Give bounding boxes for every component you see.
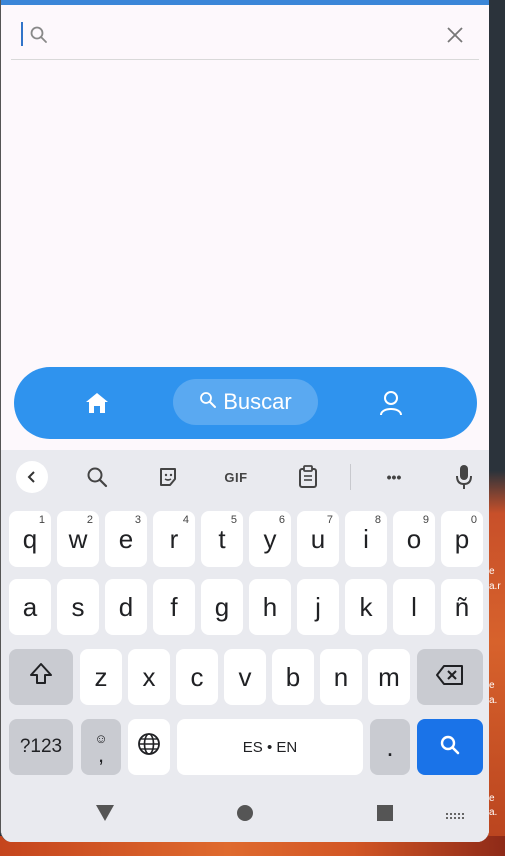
bottom-navigation: Buscar: [14, 367, 477, 439]
phone-screen: Buscar GIF ••• q 1 w 2 e 3 r 4 t 5 y 6 u…: [0, 0, 489, 842]
search-icon: [199, 389, 217, 415]
desktop-text-fragment: e: [489, 793, 495, 804]
shift-key[interactable]: [9, 649, 73, 705]
desktop-background: [488, 0, 505, 856]
user-icon[interactable]: [378, 389, 404, 417]
home-icon[interactable]: [84, 391, 110, 415]
key-n-tilde[interactable]: ñ: [441, 579, 483, 635]
key-i[interactable]: i8: [345, 511, 387, 567]
desktop-text-fragment: e: [489, 680, 495, 691]
close-icon[interactable]: [443, 23, 467, 47]
status-bar-accent: [1, 0, 489, 5]
more-icon[interactable]: •••: [379, 462, 409, 492]
key-m[interactable]: m: [368, 649, 410, 705]
symbols-key[interactable]: ?123: [9, 719, 73, 775]
key-h[interactable]: h: [249, 579, 291, 635]
key-y[interactable]: y6: [249, 511, 291, 567]
key-c[interactable]: c: [176, 649, 218, 705]
backspace-key[interactable]: [417, 649, 483, 705]
globe-icon: [137, 732, 161, 763]
key-x[interactable]: x: [128, 649, 170, 705]
key-e[interactable]: e3: [105, 511, 147, 567]
nav-search-label: Buscar: [223, 389, 292, 414]
chevron-left-icon[interactable]: [16, 461, 48, 493]
nav-search-button[interactable]: Buscar: [173, 379, 318, 425]
key-f[interactable]: f: [153, 579, 195, 635]
period-key[interactable]: .: [370, 719, 410, 775]
soft-keyboard: GIF ••• q1 w2 e3 r4 t5 y6 u7 i8 o9 p0 a …: [1, 450, 489, 842]
language-key[interactable]: [128, 719, 170, 775]
gif-icon[interactable]: GIF: [219, 462, 253, 492]
key-p[interactable]: p0: [441, 511, 483, 567]
key-v[interactable]: v: [224, 649, 266, 705]
microphone-icon[interactable]: [453, 462, 475, 492]
key-b[interactable]: b: [272, 649, 314, 705]
key-l[interactable]: l: [393, 579, 435, 635]
emoji-comma-key[interactable]: ☺ ,: [81, 719, 121, 775]
search-action-key[interactable]: [417, 719, 483, 775]
key-t[interactable]: t5: [201, 511, 243, 567]
key-d[interactable]: d: [105, 579, 147, 635]
key-z[interactable]: z: [80, 649, 122, 705]
search-icon[interactable]: [84, 462, 110, 492]
toolbar-divider: [350, 464, 351, 490]
key-q[interactable]: q1: [9, 511, 51, 567]
backspace-icon: [435, 662, 465, 693]
desktop-text-fragment: e: [489, 566, 495, 577]
desktop-text-fragment: a.: [489, 695, 498, 706]
desktop-text-fragment: a.r: [489, 581, 501, 592]
back-triangle-icon[interactable]: [95, 804, 115, 826]
key-j[interactable]: j: [297, 579, 339, 635]
keyboard-toolbar: GIF •••: [1, 450, 489, 504]
space-bar[interactable]: ES • EN: [177, 719, 363, 775]
search-icon: [439, 732, 461, 763]
key-r[interactable]: r4: [153, 511, 195, 567]
recents-square-icon[interactable]: [376, 804, 394, 826]
key-a[interactable]: a: [9, 579, 51, 635]
search-input[interactable]: [55, 20, 435, 50]
key-u[interactable]: u7: [297, 511, 339, 567]
keyboard-switch-icon[interactable]: [445, 807, 465, 826]
key-o[interactable]: o9: [393, 511, 435, 567]
home-circle-icon[interactable]: [236, 804, 254, 826]
search-icon: [29, 25, 49, 45]
sticker-icon[interactable]: [155, 462, 181, 492]
key-k[interactable]: k: [345, 579, 387, 635]
key-g[interactable]: g: [201, 579, 243, 635]
system-navigation-bar: [1, 786, 489, 842]
key-s[interactable]: s: [57, 579, 99, 635]
key-n[interactable]: n: [320, 649, 362, 705]
text-caret: [21, 22, 23, 46]
shift-icon: [28, 661, 54, 694]
desktop-text-fragment: a.: [489, 807, 498, 818]
search-bar: [11, 10, 479, 60]
key-w[interactable]: w2: [57, 511, 99, 567]
clipboard-icon[interactable]: [295, 462, 321, 492]
